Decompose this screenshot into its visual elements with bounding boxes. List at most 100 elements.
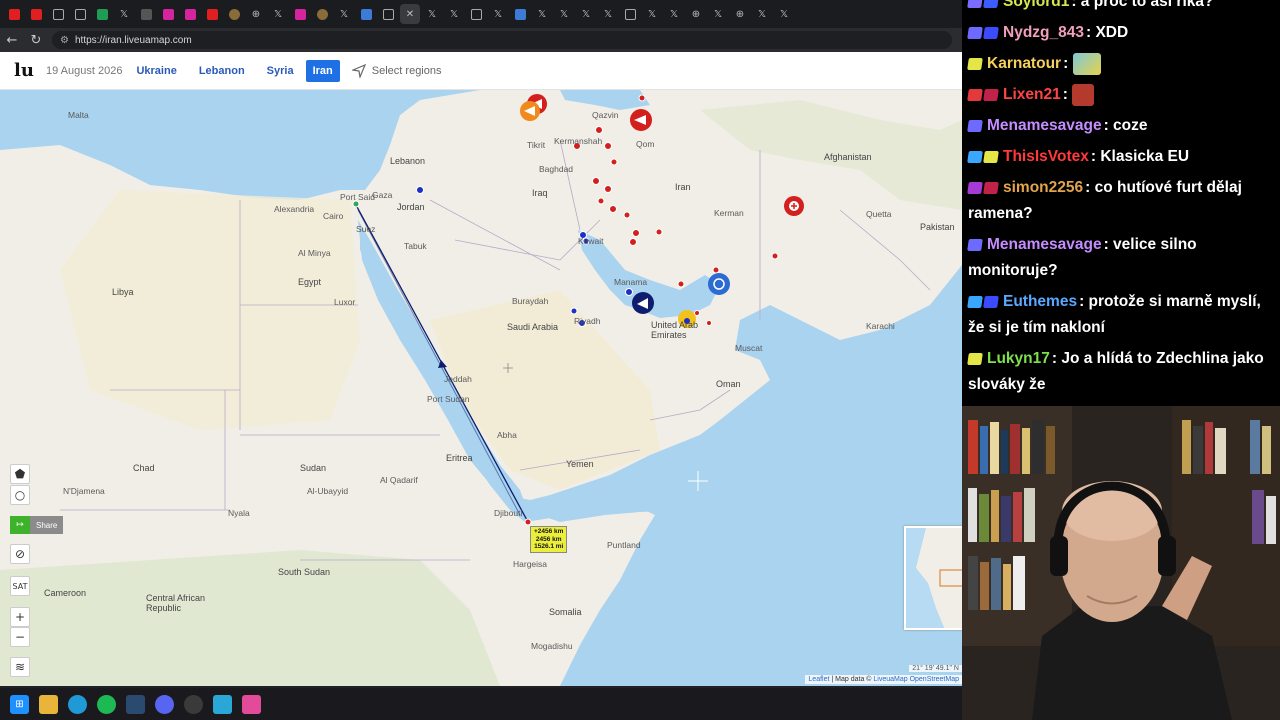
chat-username[interactable]: Soylord1 — [1003, 0, 1069, 10]
chat-username[interactable]: Menamesavage — [987, 117, 1102, 134]
chat-username[interactable]: Lixen21 — [1003, 86, 1061, 103]
tab-globe[interactable]: ⊕ — [730, 4, 750, 24]
tab-x[interactable]: 𝕏 — [708, 4, 728, 24]
tab-iran[interactable]: Iran — [305, 59, 340, 82]
tab-generic[interactable] — [70, 4, 90, 24]
tab-x[interactable]: 𝕏 — [268, 4, 288, 24]
tab-x[interactable]: 𝕏 — [532, 4, 552, 24]
tab-x[interactable]: 𝕏 — [444, 4, 464, 24]
edge-browser-icon[interactable] — [68, 694, 87, 714]
site-info-icon[interactable]: ⚙ — [60, 35, 69, 46]
tab-globe[interactable]: ⊕ — [686, 4, 706, 24]
label-iran: Iran — [675, 182, 691, 192]
label-oman: Oman — [716, 379, 741, 389]
spotify-icon[interactable] — [97, 694, 116, 714]
page-icon — [228, 8, 240, 20]
globe-icon: ⊕ — [251, 8, 261, 20]
tab-generic[interactable] — [620, 4, 640, 24]
tab-globe[interactable]: ⊕ — [246, 4, 266, 24]
chat-username[interactable]: Nydzg_843 — [1003, 24, 1084, 41]
label-quetta: Quetta — [866, 209, 892, 219]
tab-x[interactable]: 𝕏 — [598, 4, 618, 24]
leaflet-link[interactable]: Leaflet — [808, 676, 829, 683]
tab-excel[interactable] — [92, 4, 112, 24]
close-icon[interactable]: ✕ — [406, 9, 414, 20]
tab-x[interactable]: 𝕏 — [114, 4, 134, 24]
tab-x[interactable]: 𝕏 — [774, 4, 794, 24]
tab-x[interactable]: 𝕏 — [664, 4, 684, 24]
tab-syria[interactable]: Syria — [267, 65, 294, 77]
page-icon — [52, 8, 64, 20]
minimap[interactable] — [904, 526, 962, 630]
tab-x[interactable]: 𝕏 — [576, 4, 596, 24]
tab-generic[interactable] — [466, 4, 486, 24]
tab-x[interactable]: 𝕏 — [334, 4, 354, 24]
draw-circle-button[interactable]: ○ — [10, 485, 30, 505]
tab-active[interactable]: ✕ — [400, 4, 420, 24]
back-arrow-icon[interactable]: ← — [0, 28, 24, 52]
obs-icon[interactable] — [184, 694, 203, 714]
label-abha: Abha — [497, 430, 517, 440]
chat-username[interactable]: Lukyn17 — [987, 350, 1050, 367]
select-regions-label: Select regions — [371, 64, 442, 77]
x-icon: 𝕏 — [273, 8, 283, 20]
zoom-in-button[interactable]: + — [10, 607, 30, 627]
page-icon — [74, 8, 86, 20]
liveuamap-logo[interactable]: lu — [14, 60, 44, 81]
tab-x[interactable]: 𝕏 — [488, 4, 508, 24]
tab-youtube[interactable] — [202, 4, 222, 24]
label-nyala: Nyala — [228, 508, 250, 518]
liveuamap-osm-link[interactable]: LiveuaMap OpenStreetMap — [873, 676, 959, 683]
hide-markers-button[interactable]: ⊘ — [10, 544, 30, 564]
tab-x[interactable]: 𝕏 — [642, 4, 662, 24]
tab-lebanon[interactable]: Lebanon — [199, 65, 245, 77]
zoom-out-button[interactable]: − — [10, 627, 30, 647]
youtube-icon — [8, 8, 20, 20]
windows-start-icon[interactable]: ⊞ — [10, 694, 29, 714]
current-date: 19 August 2026 — [46, 64, 123, 77]
draw-polygon-button[interactable]: ⬟ — [10, 464, 30, 484]
x-icon: 𝕏 — [647, 8, 657, 20]
chat-username[interactable]: ThisIsVotex — [1003, 148, 1089, 165]
tab-generic[interactable] — [510, 4, 530, 24]
map-view[interactable]: Malta Libya Egypt Cairo Alexandria Port … — [0, 90, 962, 686]
share-button[interactable]: ↦ Share — [10, 516, 64, 534]
tab-generic[interactable] — [136, 4, 156, 24]
chat-username[interactable]: Karnatour — [987, 55, 1061, 72]
chat-message: Soylord1: a proc to asi říká? — [967, 0, 1274, 18]
page-icon — [316, 8, 328, 20]
tab-generic[interactable] — [312, 4, 332, 24]
reload-icon[interactable]: ↻ — [24, 28, 48, 52]
notepad-icon[interactable] — [213, 694, 232, 714]
layers-button[interactable]: ≋ — [10, 657, 30, 677]
tab-x[interactable]: 𝕏 — [554, 4, 574, 24]
steam-icon[interactable] — [126, 694, 145, 714]
tab-youtube[interactable] — [4, 4, 24, 24]
tab-ukraine[interactable]: Ukraine — [136, 65, 176, 77]
file-explorer-icon[interactable] — [39, 694, 58, 714]
tab-generic[interactable] — [224, 4, 244, 24]
tab-generic[interactable] — [48, 4, 68, 24]
distance-label: +2456 km 2456 km 1526.1 mi — [530, 526, 568, 553]
tab-x[interactable]: 𝕏 — [422, 4, 442, 24]
discord-icon[interactable] — [155, 694, 174, 714]
label-djibouti: Djibouti — [494, 508, 523, 518]
tab-instagram[interactable] — [290, 4, 310, 24]
chat-username[interactable]: Euthemes — [1003, 293, 1077, 310]
chat-username[interactable]: Menamesavage — [987, 236, 1102, 253]
url-field[interactable]: ⚙ https://iran.liveuamap.com — [52, 31, 952, 49]
satellite-button[interactable]: SAT — [10, 576, 30, 596]
terrain-desert — [60, 190, 360, 430]
tab-x[interactable]: 𝕏 — [752, 4, 772, 24]
x-icon: 𝕏 — [779, 8, 789, 20]
label-karachi: Karachi — [866, 321, 895, 331]
tab-youtube[interactable] — [26, 4, 46, 24]
tab-instagram[interactable] — [180, 4, 200, 24]
zoom-out-glyph: − — [14, 630, 26, 644]
select-regions-button[interactable]: Select regions — [351, 63, 442, 78]
figma-icon[interactable] — [242, 694, 261, 714]
tab-instagram[interactable] — [158, 4, 178, 24]
chat-username[interactable]: simon2256 — [1003, 179, 1083, 196]
tab-generic[interactable] — [378, 4, 398, 24]
tab-generic[interactable] — [356, 4, 376, 24]
